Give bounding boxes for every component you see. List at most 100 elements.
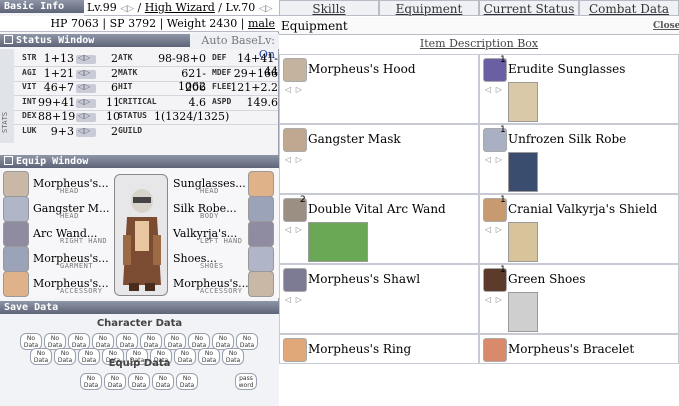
card-slot-arrows[interactable]: ◁ ▷ <box>285 225 303 234</box>
password-button[interactable]: pass word <box>235 373 257 390</box>
stat-row-luk: LUK 9+3 ◁▷ 2 GUILD <box>14 125 278 139</box>
equip-slot-left-head[interactable]: Gangster M... HEAD <box>0 196 134 222</box>
equip-slot-label: HEAD <box>200 187 219 195</box>
equipment-cell[interactable]: Erudite Sunglasses 1 ◁ ▷ <box>479 54 679 124</box>
stat-label: AGI <box>22 67 37 77</box>
character-panel: Basic Info Lv.99 ◁▷ / High Wizard / Lv.7… <box>0 0 279 406</box>
equip-item-icon <box>248 246 274 272</box>
item-description-link[interactable]: Item Description Box <box>279 37 679 50</box>
equip-slot-label: ACCESSORY <box>200 287 243 295</box>
equipment-item-icon <box>283 338 307 362</box>
equip-slot-left-accessory[interactable]: Morpheus's... ACCESSORY <box>0 271 134 297</box>
substat-label: CRITICAL <box>118 96 157 106</box>
equip-slot-right-body[interactable]: Silk Robe... BODY <box>170 196 278 222</box>
substat-value-2: 149.6 <box>246 95 279 109</box>
gender-link[interactable]: male <box>248 17 275 30</box>
card-image-icon[interactable] <box>508 152 538 192</box>
equipment-cell[interactable]: Morpheus's Hood ◁ ▷ <box>279 54 479 124</box>
save-slot[interactable]: No Data <box>80 373 102 390</box>
stat-arrows[interactable]: ◁▷ <box>76 82 96 94</box>
equipment-cell[interactable]: Gangster Mask ◁ ▷ <box>279 124 479 194</box>
stat-value: 1+13 <box>43 52 74 65</box>
equipment-item-name: Double Vital Arc Wand <box>308 202 446 216</box>
equipment-item-icon <box>483 338 507 362</box>
stat-arrows[interactable]: ◁▷ <box>76 126 96 137</box>
substat-value-2: 121+2.2 <box>230 81 278 95</box>
equip-item-icon <box>3 246 29 272</box>
tab-equipment[interactable]: Equipment <box>379 0 479 16</box>
auto-baselv-toggle[interactable]: Auto BaseLv: On <box>190 34 279 61</box>
equipment-cell[interactable]: Green Shoes 1 ◁ ▷ <box>479 264 679 334</box>
stat-arrows[interactable]: ◁▷ <box>76 53 96 64</box>
tab-skills[interactable]: Skills <box>279 0 379 16</box>
job-level-arrows[interactable]: ◁▷ <box>259 4 273 14</box>
job-class[interactable]: High Wizard <box>145 1 215 14</box>
equipment-cell[interactable]: Cranial Valkyrja's Shield 1 ◁ ▷ <box>479 194 679 264</box>
equipment-cell[interactable]: Morpheus's Bracelet <box>479 334 679 364</box>
stat-value: 46+7 <box>43 81 74 95</box>
equip-item-icon <box>3 171 29 197</box>
equip-slot-left-garment[interactable]: Morpheus's... GARMENT <box>0 246 134 272</box>
level-arrows[interactable]: ◁▷ <box>120 4 134 14</box>
equipment-item-icon <box>283 128 307 152</box>
tab-current-status[interactable]: Current Status <box>479 0 579 16</box>
stat-value: 1+21 <box>43 66 74 80</box>
stat-row-agi: AGI 1+21 ◁▷ 2 MATK 621-1062 MDEF 29+166 <box>14 66 278 93</box>
card-image-icon[interactable] <box>508 292 538 332</box>
equip-slot-left-right-hand[interactable]: Arc Wand... RIGHT HAND <box>0 221 134 247</box>
collapse-icon[interactable] <box>4 156 13 165</box>
stat-arrows[interactable]: ◁▷ <box>76 97 96 108</box>
equipment-item-icon <box>283 58 307 82</box>
card-slot-arrows[interactable]: ◁ ▷ <box>485 155 503 164</box>
equip-slot-right-left-hand[interactable]: Valkyrja's... LEFT HAND <box>170 221 278 247</box>
equipment-cell[interactable]: Morpheus's Ring <box>279 334 479 364</box>
equip-slot-label: SHOES <box>200 262 224 270</box>
tab-combat-data[interactable]: Combat Data <box>579 0 679 16</box>
save-slot[interactable]: No Data <box>152 373 174 390</box>
equipment-panel: Skills Equipment Current Status Combat D… <box>279 0 679 406</box>
substat-value: 1(1324/1325) <box>154 110 230 124</box>
equipment-cell[interactable]: Morpheus's Shawl ◁ ▷ <box>279 264 479 334</box>
card-image-icon[interactable] <box>508 82 538 122</box>
equipment-cell[interactable]: Double Vital Arc Wand 2 ◁ ▷ <box>279 194 479 264</box>
equip-slot-label: ACCESSORY <box>60 287 103 295</box>
collapse-icon[interactable] <box>4 35 13 44</box>
equip-slot-left-head[interactable]: Morpheus's... HEAD <box>0 171 134 197</box>
stat-row-dex: DEX 88+19 ◁▷ 10 STATUS 1(1324/1325) <box>14 110 278 126</box>
equip-slot-label: RIGHT HAND <box>60 237 108 245</box>
card-slot-arrows[interactable]: ◁ ▷ <box>485 295 503 304</box>
hp-sp-weight-line: HP 7063 | SP 3792 | Weight 2430 | male <box>0 16 279 32</box>
equip-slot-right-shoes[interactable]: Shoes... SHOES <box>170 246 278 272</box>
equip-slot-right-head[interactable]: Sunglasses... HEAD <box>170 171 278 197</box>
save-slot[interactable]: No Data <box>176 373 198 390</box>
stat-points: 2 <box>111 125 118 138</box>
equipment-item-name: Gangster Mask <box>308 132 401 146</box>
card-slot-arrows[interactable]: ◁ ▷ <box>485 225 503 234</box>
equipment-item-name: Unfrozen Silk Robe <box>508 132 627 146</box>
hp-value: 7063 <box>70 17 99 30</box>
save-slot[interactable]: No Data <box>128 373 150 390</box>
card-slot-arrows[interactable]: ◁ ▷ <box>485 85 503 94</box>
card-image-icon[interactable] <box>308 222 368 262</box>
card-slot-arrows[interactable]: ◁ ▷ <box>285 85 303 94</box>
character-data-title: Character Data <box>96 318 183 329</box>
stat-arrows[interactable]: ◁▷ <box>76 68 96 79</box>
card-slot-arrows[interactable]: ◁ ▷ <box>285 295 303 304</box>
equip-slot-label: HEAD <box>60 187 79 195</box>
card-slot-arrows[interactable]: ◁ ▷ <box>285 155 303 164</box>
stat-label: VIT <box>22 82 37 92</box>
save-slot[interactable]: No Data <box>104 373 126 390</box>
stat-arrows[interactable]: ◁▷ <box>76 111 96 123</box>
equipment-item-name: Green Shoes <box>508 272 586 286</box>
equip-item-icon <box>248 196 274 222</box>
close-button[interactable]: Close <box>653 21 679 31</box>
save-data-header: Save Data <box>0 301 279 314</box>
card-image-icon[interactable] <box>508 222 538 262</box>
equip-window-header: Equip Window <box>0 155 279 168</box>
equipment-item-name: Cranial Valkyrja's Shield <box>508 202 658 216</box>
stat-row-str: STR 1+13 ◁▷ 2 ATK 98-98+0 DEF 14+41-44 <box>14 52 278 78</box>
substat-value: 206 <box>185 81 206 95</box>
equip-slot-right-accessory[interactable]: Morpheus's... ACCESSORY <box>170 271 278 297</box>
equipment-cell[interactable]: Unfrozen Silk Robe 1 ◁ ▷ <box>479 124 679 194</box>
substat-label: HIT <box>118 82 133 92</box>
